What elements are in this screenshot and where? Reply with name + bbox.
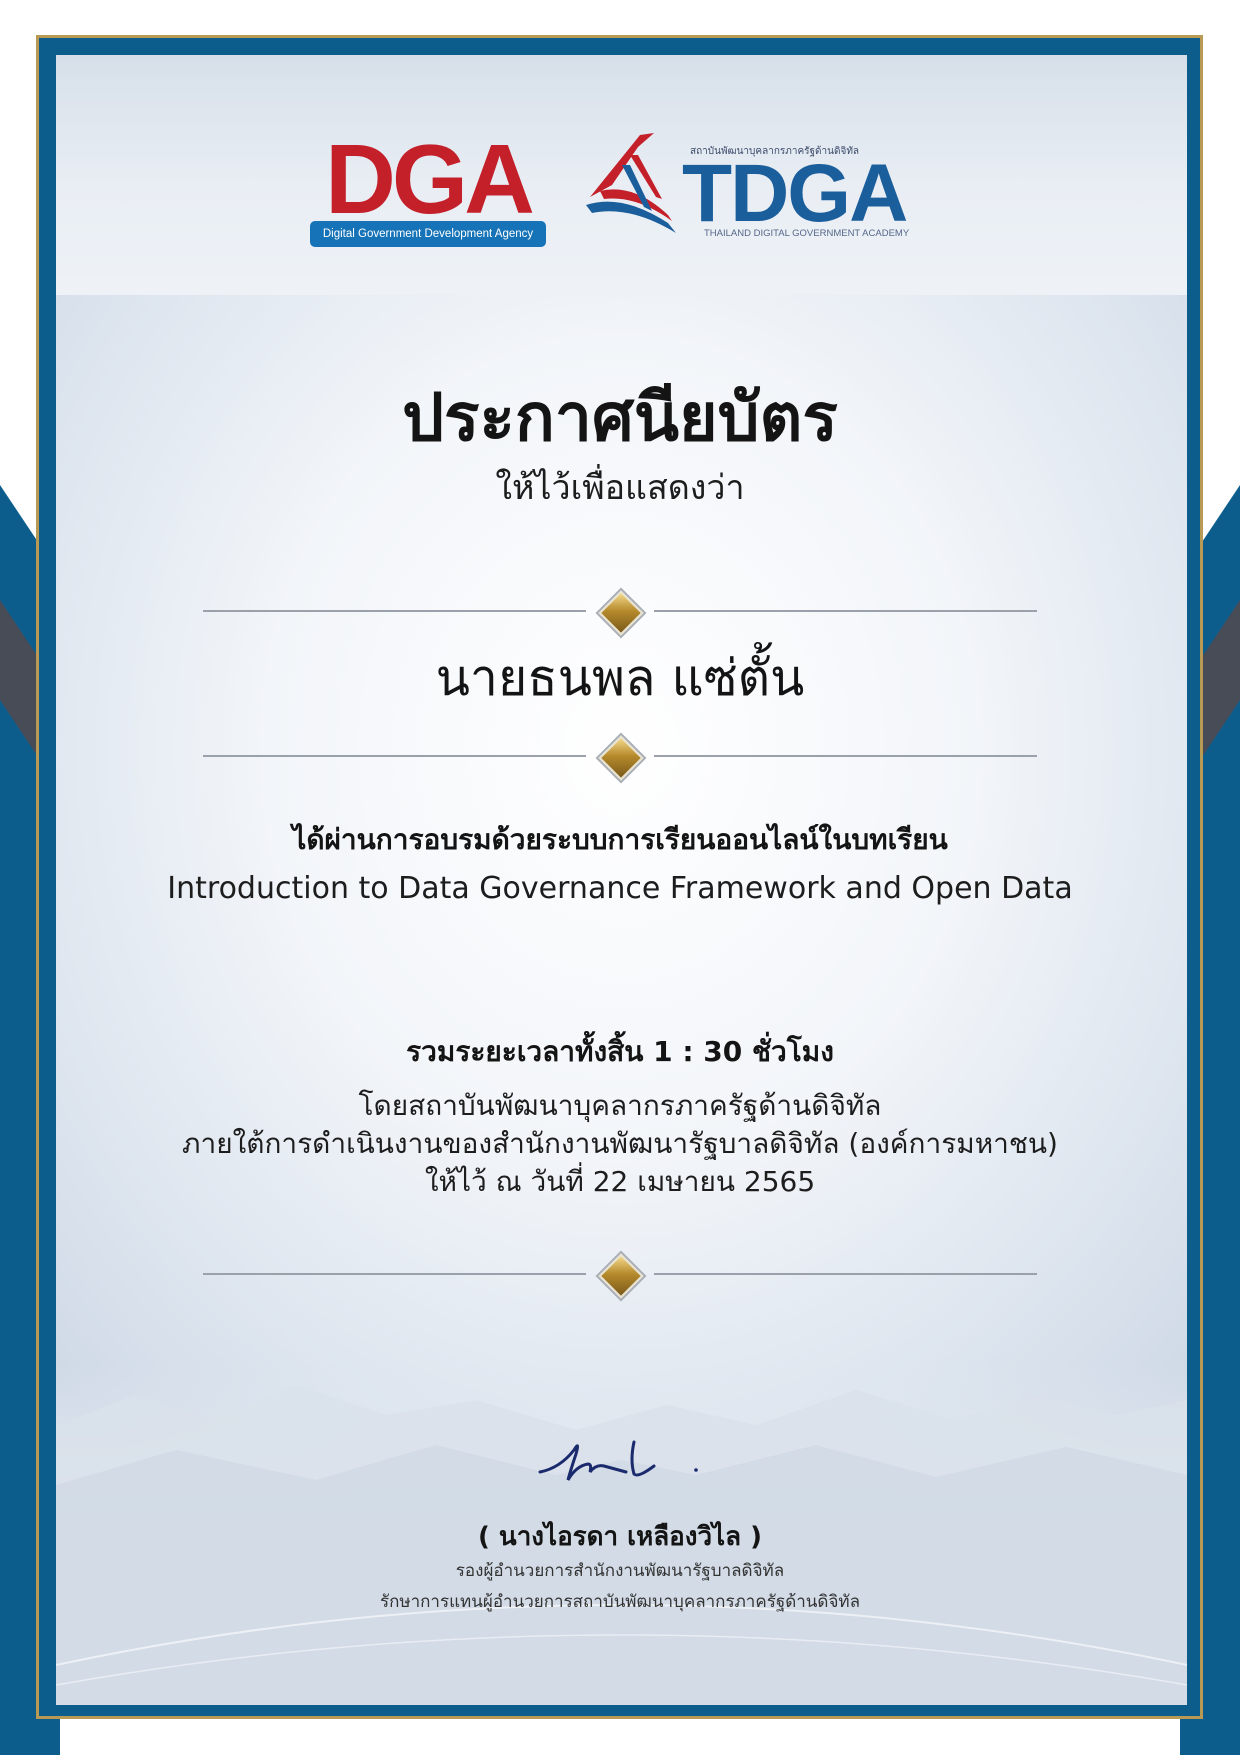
dga-logo-word: DGA (325, 124, 535, 234)
certificate-subtitle: ให้ไว้เพื่อแสดงว่า (495, 468, 745, 508)
recipient-name: นายธนพล แซ่ตั้น (435, 649, 805, 707)
under-organization-line: ภายใต้การดำเนินงานของสำนักงานพัฒนารัฐบาล… (182, 1127, 1058, 1160)
tdga-logo: สถาบันพัฒนาบุคลากรภาครัฐด้านดิจิทัล TDGA… (582, 125, 932, 245)
passed-statement: ได้ผ่านการอบรมด้วยระบบการเรียนออนไลน์ในบ… (292, 823, 948, 856)
signatory-position-2: รักษาการแทนผู้อำนวยการสถาบันพัฒนาบุคลากร… (379, 1592, 861, 1612)
tdga-english-name: THAILAND DIGITAL GOVERNMENT ACADEMY (704, 228, 910, 239)
certificate-title: ประกาศนียบัตร (402, 379, 838, 456)
tdga-logo-icon (586, 133, 676, 233)
issue-date: ให้ไว้ ณ วันที่ 22 เมษายน 2565 (424, 1165, 816, 1198)
signatory-name: ( นางไอรดา เหลืองวิไล ) (477, 1522, 762, 1552)
tdga-logo-word: TDGA (682, 148, 908, 239)
signatory-position-1: รองผู้อำนวยการสำนักงานพัฒนารัฐบาลดิจิทัล (455, 1561, 785, 1581)
course-name: Introduction to Data Governance Framewor… (167, 871, 1073, 906)
total-hours: รวมระยะเวลาทั้งสิ้น 1 : 30 ชั่วโมง (406, 1035, 834, 1068)
issuer-line: โดยสถาบันพัฒนาบุคลากรภาครัฐด้านดิจิทัล (358, 1089, 882, 1122)
signature-icon (538, 1440, 698, 1481)
dga-logo: DGA Digital Government Development Agenc… (310, 129, 546, 247)
dga-logo-tagline: Digital Government Development Agency (310, 221, 546, 247)
